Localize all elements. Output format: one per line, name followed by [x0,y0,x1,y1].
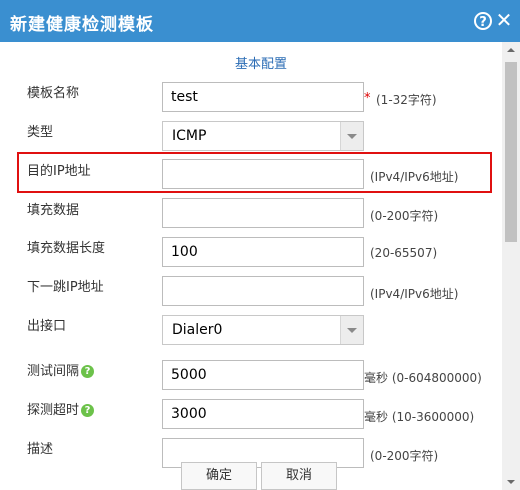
dest-ip-input[interactable] [162,159,364,189]
scroll-up-arrow-icon[interactable] [502,42,520,59]
type-select[interactable]: ICMP [162,121,364,151]
outbound-interface-value: Dialer0 [172,322,223,338]
test-interval-hint: 毫秒 (0-604800000) [364,371,482,385]
next-hop-ip-hint: (IPv4/IPv6地址) [370,287,459,301]
close-icon[interactable]: ✕ [495,9,513,31]
test-interval-label: 测试间隔? [27,360,95,379]
description-label: 描述 [27,442,54,457]
outbound-interface-label: 出接口 [27,319,67,334]
vertical-scrollbar[interactable] [502,42,520,490]
template-name-hint: (1-32字符) [376,93,437,107]
fill-data-hint: (0-200字符) [370,209,439,223]
dialog-body: 基本配置 模板名称 * (1-32字符) 类型 ICMP 目的IP地址 (IPv… [0,42,502,490]
probe-timeout-label-text: 探测超时 [27,403,80,418]
dest-ip-hint: (IPv4/IPv6地址) [370,170,459,184]
template-name-input[interactable] [162,82,364,112]
scroll-thumb[interactable] [505,62,517,242]
next-hop-ip-label: 下一跳IP地址 [27,280,104,295]
fill-data-input[interactable] [162,198,364,228]
dialog-title: 新建健康检测模板 [10,15,154,35]
fill-data-label: 填充数据 [27,203,80,218]
fill-data-length-hint: (20-65507) [370,246,438,260]
question-icon[interactable]: ? [81,365,95,378]
probe-timeout-hint: 毫秒 (10-3600000) [364,410,475,424]
test-interval-input[interactable] [162,360,364,390]
test-interval-label-text: 测试间隔 [27,364,80,379]
question-icon[interactable]: ? [81,404,95,417]
fill-data-length-input[interactable] [162,237,364,267]
probe-timeout-input[interactable] [162,399,364,429]
fill-data-length-label: 填充数据长度 [27,241,106,256]
type-select-value: ICMP [172,128,207,144]
ok-button[interactable]: 确定 [181,462,257,490]
description-hint: (0-200字符) [370,449,439,463]
section-title: 基本配置 [234,57,287,72]
scroll-down-arrow-icon[interactable] [502,473,520,490]
cancel-button[interactable]: 取消 [261,462,337,490]
help-icon[interactable]: ? [474,12,492,30]
template-name-label: 模板名称 [27,86,80,101]
required-mark: * [364,91,371,106]
type-label: 类型 [27,125,54,140]
chevron-down-icon[interactable] [340,316,363,344]
dest-ip-label: 目的IP地址 [27,164,91,179]
outbound-interface-select[interactable]: Dialer0 [162,315,364,345]
chevron-down-icon[interactable] [340,122,363,150]
probe-timeout-label: 探测超时? [27,399,95,418]
next-hop-ip-input[interactable] [162,276,364,306]
dialog-titlebar: 新建健康检测模板 ? ✕ [0,0,520,42]
